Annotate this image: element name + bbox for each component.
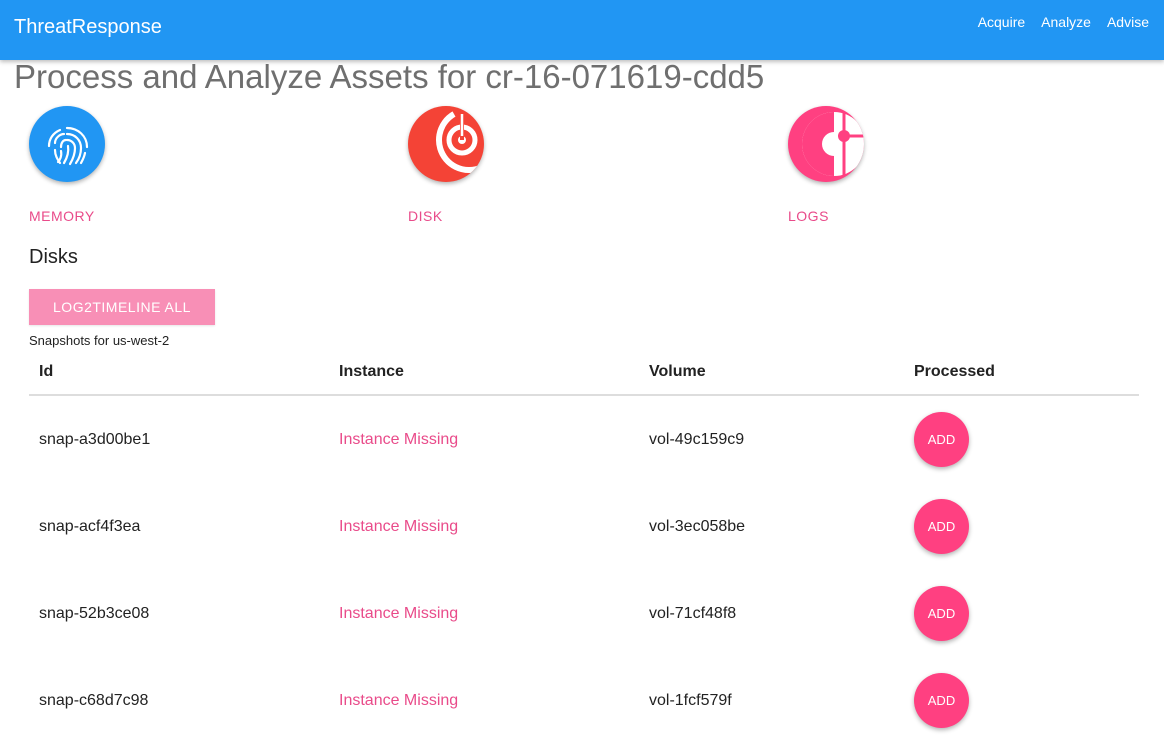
- snapshot-id: snap-52b3ce08: [39, 605, 150, 622]
- instance-link[interactable]: Instance Missing: [339, 431, 458, 449]
- asset-label-logs[interactable]: LOGS: [788, 208, 829, 224]
- add-button[interactable]: ADD: [914, 412, 969, 467]
- nav-advise[interactable]: Advise: [1107, 14, 1149, 30]
- volume-id: vol-49c159c9: [649, 431, 745, 448]
- brand-title[interactable]: ThreatResponse: [14, 16, 162, 39]
- instance-link[interactable]: Instance Missing: [339, 692, 458, 710]
- instance-link[interactable]: Instance Missing: [339, 518, 458, 536]
- asset-disk[interactable]: DISK: [408, 106, 608, 224]
- asset-logs[interactable]: LOGS: [788, 106, 988, 224]
- column-header-volume: Volume: [649, 363, 706, 380]
- asset-memory[interactable]: MEMORY: [29, 106, 229, 224]
- table-row: snap-c68d7c98 Instance Missing vol-1fcf5…: [29, 657, 1139, 744]
- snapshot-id: snap-a3d00be1: [39, 431, 151, 448]
- nav-links: Acquire Analyze Advise: [978, 14, 1149, 30]
- add-button[interactable]: ADD: [914, 499, 969, 554]
- add-button[interactable]: ADD: [914, 673, 969, 728]
- table-header: Id Instance Volume Processed: [29, 356, 1139, 396]
- disks-section-title: Disks: [29, 246, 78, 268]
- volume-id: vol-71cf48f8: [649, 605, 737, 622]
- volume-id: vol-1fcf579f: [649, 692, 732, 709]
- table-row: snap-a3d00be1 Instance Missing vol-49c15…: [29, 396, 1139, 483]
- asset-label-memory[interactable]: MEMORY: [29, 208, 95, 224]
- snapshots-caption: Snapshots for us-west-2: [29, 333, 170, 348]
- logs-icon[interactable]: [788, 106, 864, 182]
- snapshots-table: Id Instance Volume Processed snap-a3d00b…: [29, 356, 1139, 744]
- page-title: Process and Analyze Assets for cr-16-071…: [14, 58, 765, 95]
- table-row: snap-52b3ce08 Instance Missing vol-71cf4…: [29, 570, 1139, 657]
- nav-acquire[interactable]: Acquire: [978, 14, 1025, 30]
- asset-label-disk[interactable]: DISK: [408, 208, 443, 224]
- add-button[interactable]: ADD: [914, 586, 969, 641]
- column-header-instance: Instance: [339, 363, 404, 380]
- disk-icon[interactable]: [408, 106, 484, 182]
- snapshot-id: snap-acf4f3ea: [39, 518, 141, 535]
- fingerprint-icon[interactable]: [29, 106, 105, 182]
- table-row: snap-acf4f3ea Instance Missing vol-3ec05…: [29, 483, 1139, 570]
- log2timeline-all-button[interactable]: LOG2TIMELINE ALL: [29, 289, 215, 325]
- top-navbar: ThreatResponse Acquire Analyze Advise: [0, 0, 1164, 60]
- nav-analyze[interactable]: Analyze: [1041, 14, 1091, 30]
- instance-link[interactable]: Instance Missing: [339, 605, 458, 623]
- snapshot-id: snap-c68d7c98: [39, 692, 149, 709]
- column-header-id: Id: [39, 363, 54, 380]
- column-header-processed: Processed: [914, 363, 995, 380]
- volume-id: vol-3ec058be: [649, 518, 746, 535]
